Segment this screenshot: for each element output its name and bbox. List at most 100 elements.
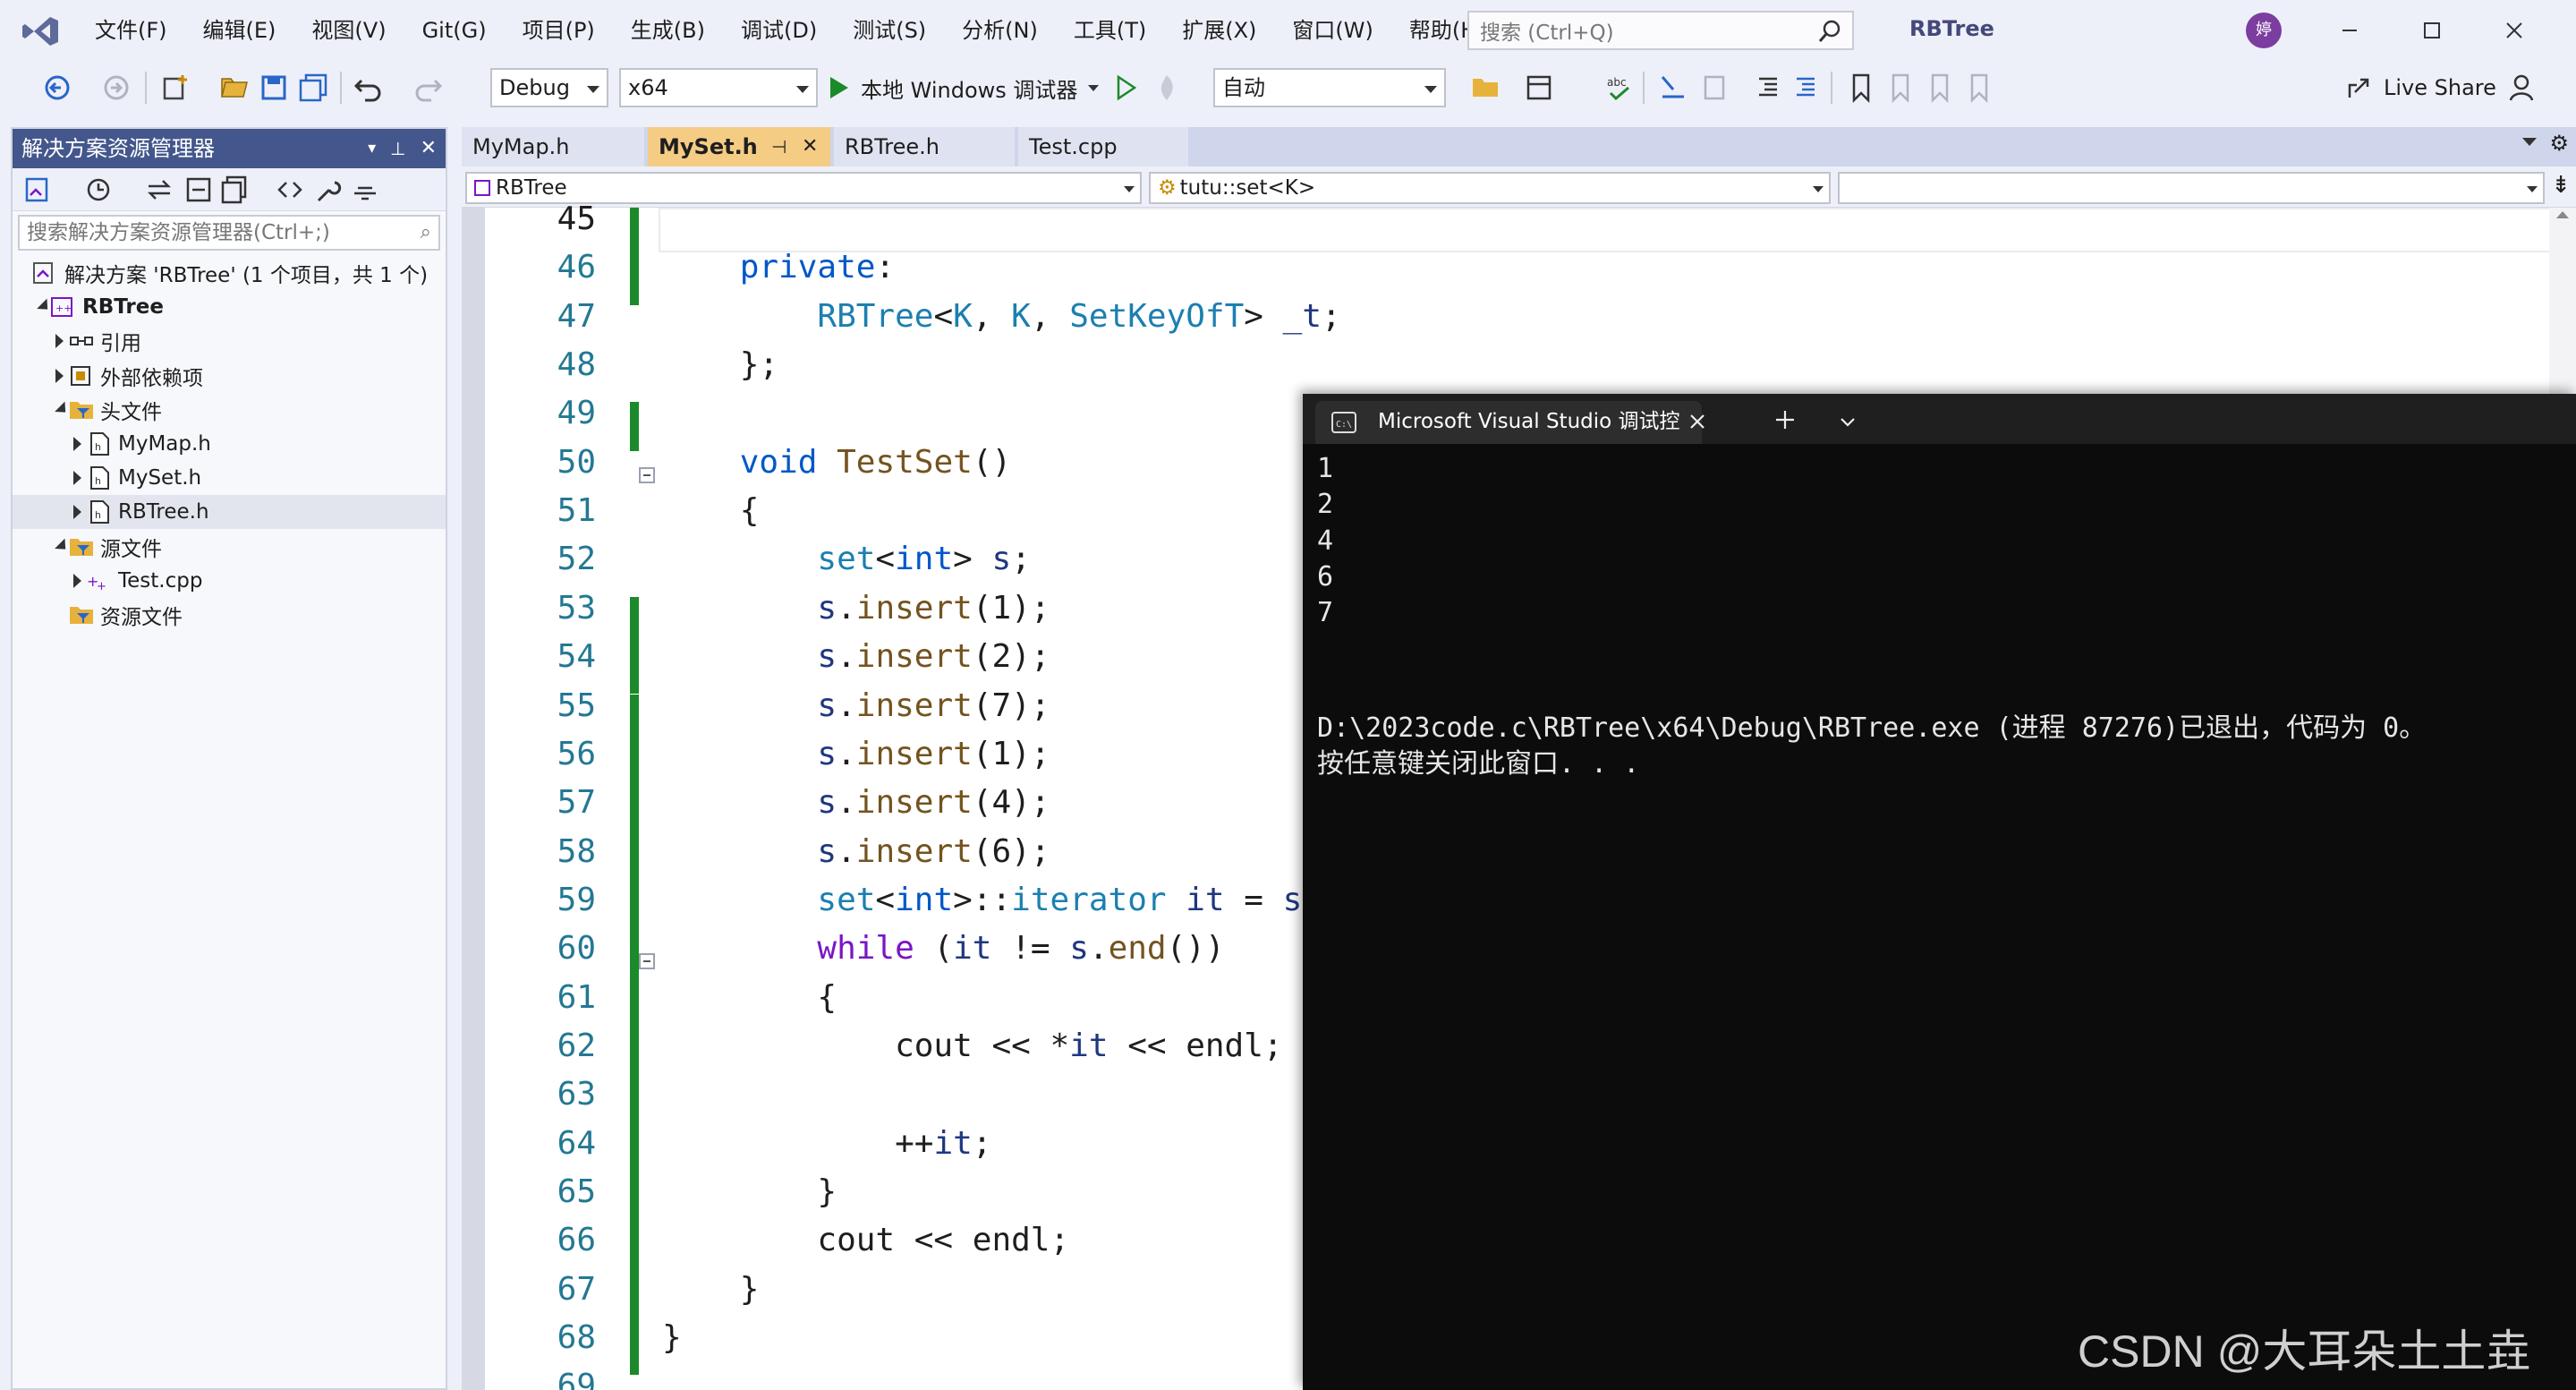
code-line: set<int>::iterator it = s	[817, 881, 1303, 918]
menu-project[interactable]: 项目(P)	[510, 0, 618, 61]
minimize-icon[interactable]	[2332, 13, 2368, 48]
menu-build[interactable]: 生成(B)	[618, 0, 728, 61]
close-console-tab-icon[interactable]	[1688, 412, 1707, 431]
pending-changes-icon[interactable]	[82, 174, 115, 206]
live-share-button[interactable]: Live Share	[2344, 68, 2496, 107]
save-all-icon[interactable]	[295, 70, 331, 106]
tab-mymap-h[interactable]: MyMap.h	[462, 127, 646, 166]
settings-gear-icon[interactable]: ⚙	[2549, 131, 2569, 156]
scroll-up-icon[interactable]	[2556, 211, 2569, 218]
collapsed-arrow-icon[interactable]	[73, 437, 81, 451]
browse-folder-icon[interactable]	[1467, 70, 1503, 106]
tree-item[interactable]: 引用	[13, 324, 446, 358]
split-editor-icon[interactable]: ⇟	[2551, 172, 2571, 199]
maximize-icon[interactable]	[2414, 13, 2450, 48]
collapse-all-icon[interactable]	[183, 174, 215, 206]
tree-item[interactable]: + + Test.cpp	[13, 564, 446, 598]
search-input[interactable]: 搜索 (Ctrl+Q)	[1467, 11, 1854, 50]
menu-analyze[interactable]: 分析(N)	[949, 0, 1061, 61]
tree-item[interactable]: 解决方案 'RBTree' (1 个项目，共 1 个)	[13, 256, 446, 290]
navigate-back-icon[interactable]	[39, 70, 75, 106]
tree-item[interactable]: h MySet.h	[13, 461, 446, 495]
tree-item[interactable]: h RBTree.h	[13, 495, 446, 530]
open-file-icon[interactable]	[217, 70, 252, 106]
menu-file[interactable]: 文件(F)	[82, 0, 191, 61]
scope-dropdown[interactable]: ⚙ tutu::set<K>	[1149, 172, 1831, 204]
view-code-icon[interactable]	[274, 174, 306, 206]
undo-icon[interactable]	[351, 70, 387, 106]
menu-git[interactable]: Git(G)	[410, 0, 510, 61]
switch-views-icon[interactable]	[21, 174, 54, 206]
collapsed-arrow-icon[interactable]	[73, 471, 81, 486]
new-tab-plus-icon[interactable]	[1773, 408, 1797, 431]
comment-lines-icon[interactable]	[1750, 70, 1786, 106]
hot-reload-icon[interactable]	[1149, 70, 1185, 106]
close-panel-icon[interactable]: ✕	[421, 129, 437, 168]
platform-dropdown[interactable]: x64	[619, 68, 818, 107]
prev-bookmark-icon[interactable]	[1883, 70, 1918, 106]
show-all-files-icon[interactable]	[218, 174, 251, 206]
collapsed-arrow-icon[interactable]	[73, 505, 81, 520]
menu-view[interactable]: 视图(V)	[299, 0, 409, 61]
menu-extensions[interactable]: 扩展(X)	[1169, 0, 1279, 61]
close-icon[interactable]	[2496, 13, 2532, 48]
tree-item[interactable]: ++ RBTree	[13, 290, 446, 324]
collapsed-arrow-icon[interactable]	[55, 334, 64, 349]
solution-config-dropdown[interactable]: Debug	[490, 68, 608, 107]
solution-explorer-search-input[interactable]: 搜索解决方案资源管理器(Ctrl+;) ⌕	[18, 215, 440, 251]
project-dropdown[interactable]: RBTree	[465, 172, 1142, 204]
tab-rbtree-h[interactable]: RBTree.h	[834, 127, 1016, 166]
tab-list-dropdown-icon[interactable]	[2522, 138, 2537, 146]
collapse-outline-icon[interactable]	[639, 953, 655, 970]
clear-bookmarks-icon[interactable]	[1961, 70, 1997, 106]
menu-test[interactable]: 测试(S)	[840, 0, 949, 61]
member-dropdown[interactable]	[1838, 172, 2545, 204]
step-into-icon[interactable]	[1655, 70, 1691, 106]
next-bookmark-icon[interactable]	[1922, 70, 1958, 106]
redo-icon[interactable]	[410, 70, 446, 106]
step-over-icon[interactable]	[1696, 70, 1732, 106]
sync-with-document-icon[interactable]	[143, 174, 175, 206]
pin-icon[interactable]: ⊥	[390, 129, 405, 168]
tree-item[interactable]: 资源文件	[13, 598, 446, 632]
chevron-down-icon[interactable]	[1838, 412, 1858, 431]
layout-icon[interactable]	[1521, 70, 1557, 106]
cpp-file-icon: + +	[86, 568, 113, 593]
navigate-forward-icon[interactable]	[98, 70, 134, 106]
start-without-debugging-icon[interactable]	[1108, 70, 1143, 106]
preview-icon[interactable]	[349, 174, 381, 206]
panel-dropdown-icon[interactable]: ▾	[368, 129, 376, 168]
properties-wrench-icon[interactable]	[311, 174, 344, 206]
auto-dropdown[interactable]: 自动	[1213, 68, 1446, 107]
spell-check-icon[interactable]: abc	[1602, 70, 1637, 106]
console-tab[interactable]: C:\ Microsoft Visual Studio 调试控	[1315, 401, 1702, 444]
tree-item[interactable]: h MyMap.h	[13, 427, 446, 461]
feedback-person-icon[interactable]	[2505, 70, 2541, 106]
avatar[interactable]: 婷	[2246, 13, 2282, 48]
tab-test-cpp[interactable]: Test.cpp	[1018, 127, 1190, 166]
code-line: }	[662, 1319, 682, 1357]
menu-window[interactable]: 窗口(W)	[1279, 0, 1396, 61]
uncomment-lines-icon[interactable]	[1788, 70, 1824, 106]
play-icon	[830, 77, 848, 98]
new-project-icon[interactable]	[157, 70, 193, 106]
tree-item[interactable]: 头文件	[13, 393, 446, 427]
tab-myset-h[interactable]: MySet.h ⊣ ✕	[648, 127, 832, 166]
bookmark-icon[interactable]	[1843, 70, 1879, 106]
collapsed-arrow-icon[interactable]	[73, 573, 81, 588]
start-debugging-button[interactable]: 本地 Windows 调试器	[830, 68, 1100, 107]
line-number: 53	[557, 589, 596, 627]
project-icon: ++	[48, 294, 75, 320]
console-output-line: 按任意键关闭此窗口. . .	[1317, 748, 1640, 780]
saved-change-indicator	[630, 596, 639, 646]
collapsed-arrow-icon[interactable]	[55, 368, 64, 383]
menu-debug[interactable]: 调试(D)	[728, 0, 840, 61]
collapse-outline-icon[interactable]	[639, 466, 655, 483]
menu-tools[interactable]: 工具(T)	[1061, 0, 1169, 61]
save-icon[interactable]	[256, 70, 292, 106]
tree-item[interactable]: 外部依赖项	[13, 359, 446, 393]
tree-item[interactable]: 源文件	[13, 530, 446, 564]
menu-edit[interactable]: 编辑(E)	[191, 0, 300, 61]
close-tab-icon[interactable]: ✕	[802, 127, 818, 166]
pin-tab-icon[interactable]: ⊣	[771, 127, 786, 166]
